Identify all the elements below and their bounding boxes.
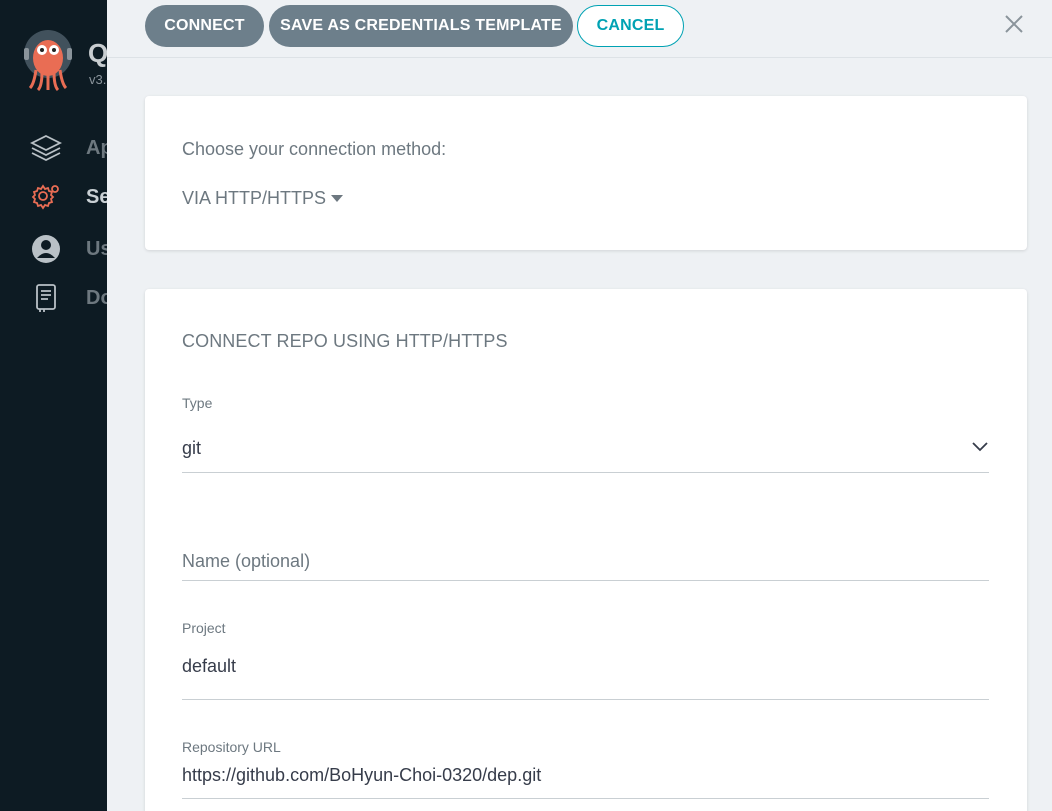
name-placeholder: Name (optional)	[182, 551, 311, 571]
gear-icon	[30, 181, 62, 213]
connection-method-card: Choose your connection method: VIA HTTP/…	[145, 96, 1027, 250]
repo-form-card: CONNECT REPO USING HTTP/HTTPS Type git N…	[145, 289, 1027, 811]
connection-method-value: VIA HTTP/HTTPS	[182, 188, 327, 208]
type-label: Type	[182, 395, 213, 411]
project-value: default	[182, 656, 237, 676]
connection-method-dropdown[interactable]: VIA HTTP/HTTPS	[182, 188, 344, 209]
octopus-logo-icon[interactable]	[22, 28, 74, 92]
project-label: Project	[182, 620, 226, 636]
repository-url-label: Repository URL	[182, 739, 281, 755]
book-icon	[30, 282, 62, 314]
connect-button[interactable]: CONNECT	[145, 5, 264, 47]
user-icon	[30, 233, 62, 265]
form-title: CONNECT REPO USING HTTP/HTTPS	[182, 331, 508, 351]
project-input[interactable]: Project default	[182, 618, 989, 700]
connection-method-label: Choose your connection method:	[182, 139, 447, 159]
panel-header: CONNECT SAVE AS CREDENTIALS TEMPLATE CAN…	[107, 0, 1052, 58]
repository-url-input[interactable]: Repository URL https://github.com/BoHyun…	[182, 737, 989, 799]
save-as-credentials-template-button[interactable]: SAVE AS CREDENTIALS TEMPLATE	[269, 5, 573, 47]
version-label: v3.	[89, 72, 107, 87]
name-input[interactable]: Name (optional)	[182, 539, 989, 581]
type-select[interactable]: Type git	[182, 392, 989, 473]
chevron-down-icon	[972, 442, 988, 452]
brand-name: Q	[88, 38, 109, 68]
caret-down-icon	[331, 195, 344, 202]
repository-url-value: https://github.com/BoHyun-Choi-0320/dep.…	[182, 765, 542, 785]
connect-repo-panel: CONNECT SAVE AS CREDENTIALS TEMPLATE CAN…	[107, 0, 1052, 811]
type-value: git	[182, 438, 202, 458]
cancel-button[interactable]: CANCEL	[577, 5, 684, 47]
close-icon[interactable]	[1002, 12, 1026, 36]
layers-icon	[30, 132, 62, 164]
sidebar: Q v3. Ap Se Us Do	[0, 0, 113, 811]
